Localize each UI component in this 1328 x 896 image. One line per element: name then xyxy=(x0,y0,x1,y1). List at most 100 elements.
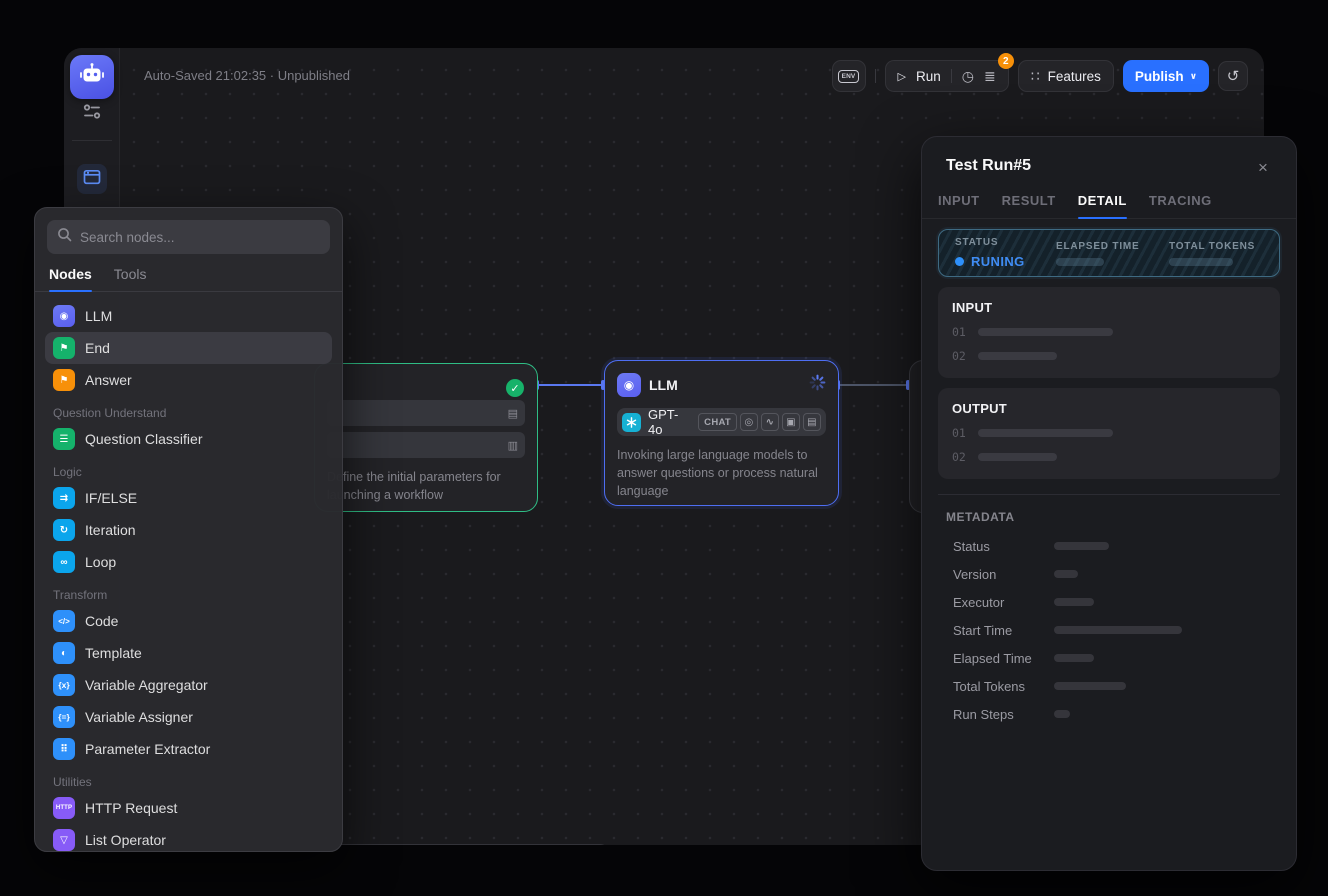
node-search[interactable] xyxy=(47,220,330,254)
node-item-template[interactable]: ◐ Template xyxy=(45,637,332,669)
run-group-divider xyxy=(951,69,952,83)
skeleton-bar xyxy=(1169,258,1233,266)
skeleton-bar xyxy=(978,352,1057,360)
close-button[interactable]: × xyxy=(1250,155,1276,181)
edge-start-to-llm xyxy=(538,384,604,386)
http-icon: HTTP xyxy=(53,797,75,819)
line-number: 01 xyxy=(952,426,969,440)
checklist-icon[interactable]: ≣ xyxy=(984,69,996,83)
node-item-iteration[interactable]: ↻ Iteration xyxy=(45,514,332,546)
node-item-label: End xyxy=(85,340,110,356)
chevron-down-icon: ∨ xyxy=(1190,71,1197,82)
node-item-parameter-extractor[interactable]: ⠿ Parameter Extractor xyxy=(45,733,332,765)
node-item-label: Code xyxy=(85,613,118,629)
section-utilities: Utilities xyxy=(45,765,332,792)
run-history-icon[interactable]: ◷ xyxy=(962,69,974,83)
node-item-http-request[interactable]: HTTP HTTP Request xyxy=(45,792,332,824)
tab-tracing[interactable]: TRACING xyxy=(1149,193,1212,218)
env-icon: ENV xyxy=(838,70,859,83)
document-icon: ▤ xyxy=(803,413,821,431)
output-card: OUTPUT 01 02 xyxy=(938,388,1280,479)
node-item-end[interactable]: ⚑ End xyxy=(45,332,332,364)
template-icon: ◐ xyxy=(53,642,75,664)
start-variable-row[interactable]: ▤ xyxy=(327,400,525,426)
node-item-code[interactable]: </> Code xyxy=(45,605,332,637)
parameter-extractor-icon: ⠿ xyxy=(53,738,75,760)
llm-node[interactable]: ◉ LLM xyxy=(604,360,839,506)
node-item-ifelse[interactable]: ⇉ IF/ELSE xyxy=(45,482,332,514)
version-history-button[interactable]: ↺ xyxy=(1218,61,1248,91)
skeleton-bar xyxy=(1054,570,1078,578)
node-item-label: Iteration xyxy=(85,522,136,538)
node-picker-tabs: Nodes Tools xyxy=(35,260,342,292)
canvas-toolbar: + xyxy=(332,844,610,845)
node-item-label: Question Classifier xyxy=(85,431,203,447)
test-run-panel: Test Run#5 × INPUT RESULT DETAIL TRACING… xyxy=(921,136,1297,871)
meta-row-version: Version xyxy=(938,560,1280,588)
tab-nodes[interactable]: Nodes xyxy=(49,266,92,291)
end-icon: ⚑ xyxy=(53,337,75,359)
node-picker-panel: Nodes Tools ◉ LLM ⚑ End ⚑ Answer Questio… xyxy=(34,207,343,852)
llm-node-description: Invoking large language models to answer… xyxy=(617,447,826,500)
node-item-loop[interactable]: ∞ Loop xyxy=(45,546,332,578)
llm-icon: ◉ xyxy=(53,305,75,327)
meta-row-status: Status xyxy=(938,532,1280,560)
variable-assigner-icon: {=} xyxy=(53,706,75,728)
line-number: 02 xyxy=(952,450,969,464)
start-variable-row[interactable]: ▥ xyxy=(327,432,525,458)
node-item-llm[interactable]: ◉ LLM xyxy=(45,300,332,332)
search-icon xyxy=(57,227,72,247)
app-logo[interactable] xyxy=(70,55,114,99)
document-icon: ▤ xyxy=(508,407,518,420)
tab-result[interactable]: RESULT xyxy=(1002,193,1056,218)
publish-label: Publish xyxy=(1135,69,1184,84)
node-item-label: Parameter Extractor xyxy=(85,741,210,757)
node-item-variable-assigner[interactable]: {=} Variable Assigner xyxy=(45,701,332,733)
node-item-answer[interactable]: ⚑ Answer xyxy=(45,364,332,396)
skeleton-bar xyxy=(1054,598,1094,606)
branch-icon: ⇉ xyxy=(53,487,75,509)
input-title: INPUT xyxy=(952,300,1266,315)
env-button[interactable]: ENV xyxy=(832,60,866,92)
video-icon: ▣ xyxy=(782,413,800,431)
features-label: Features xyxy=(1048,69,1101,84)
start-node[interactable]: ✓ ▤ ▥ Define the initial parameters for … xyxy=(314,363,538,512)
tab-input[interactable]: INPUT xyxy=(938,193,980,218)
skeleton-bar xyxy=(1054,710,1070,718)
publish-button[interactable]: Publish ∨ xyxy=(1123,60,1209,92)
status-value: RUNING xyxy=(971,254,1025,269)
total-tokens-label: TOTAL TOKENS xyxy=(1169,241,1263,252)
tab-detail[interactable]: DETAIL xyxy=(1078,193,1127,218)
llm-node-icon: ◉ xyxy=(617,373,641,397)
node-item-list-operator[interactable]: ▽ List Operator xyxy=(45,824,332,852)
input-card: INPUT 01 02 xyxy=(938,287,1280,378)
node-item-question-classifier[interactable]: ☰ Question Classifier xyxy=(45,423,332,455)
model-selector[interactable]: GPT-4o CHAT ◎ ∿ ▣ ▤ xyxy=(617,408,826,436)
node-item-label: Variable Aggregator xyxy=(85,677,208,693)
metadata-divider xyxy=(938,494,1280,495)
start-node-description: Define the initial parameters for launch… xyxy=(327,469,525,505)
preview-window-button[interactable] xyxy=(77,164,107,194)
edge-llm-to-end xyxy=(839,384,909,386)
node-item-variable-aggregator[interactable]: {x} Variable Aggregator xyxy=(45,669,332,701)
run-button[interactable]: Run xyxy=(916,69,941,84)
meta-row-executor: Executor xyxy=(938,588,1280,616)
node-item-label: HTTP Request xyxy=(85,800,177,816)
skeleton-bar xyxy=(978,429,1113,437)
meta-label: Elapsed Time xyxy=(953,651,1054,666)
search-input[interactable] xyxy=(80,230,320,245)
topbar-actions: ENV ▷ Run ◷ ≣ 2 ∷ Features Publish ∨ ↺ xyxy=(832,60,1248,92)
running-dot-icon xyxy=(955,257,964,266)
node-item-label: Template xyxy=(85,645,142,661)
status-label: STATUS xyxy=(955,237,1056,248)
node-item-label: Answer xyxy=(85,372,132,388)
metadata-title: METADATA xyxy=(938,510,1280,524)
features-button[interactable]: ∷ Features xyxy=(1018,60,1114,92)
meta-label: Total Tokens xyxy=(953,679,1054,694)
meta-label: Executor xyxy=(953,595,1054,610)
tab-tools[interactable]: Tools xyxy=(114,266,147,291)
meta-label: Run Steps xyxy=(953,707,1054,722)
workflow-settings-icon[interactable] xyxy=(81,103,103,125)
meta-label: Start Time xyxy=(953,623,1054,638)
meta-row-elapsed-time: Elapsed Time xyxy=(938,644,1280,672)
